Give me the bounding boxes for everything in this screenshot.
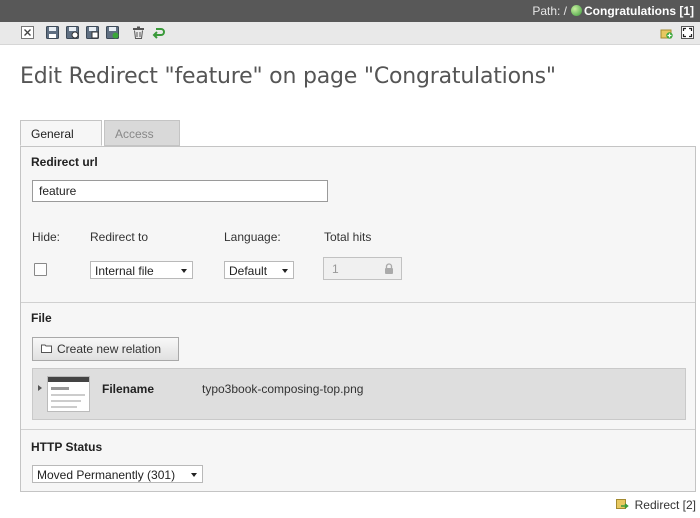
- create-new-relation-button[interactable]: Create new relation: [32, 337, 179, 361]
- file-thumbnail: [47, 376, 90, 412]
- http-status-label: HTTP Status: [31, 440, 103, 454]
- page-title: Edit Redirect "feature" on page "Congrat…: [20, 64, 556, 89]
- hide-checkbox[interactable]: [34, 263, 47, 276]
- lock-icon: [385, 263, 393, 274]
- save-close-icon[interactable]: [106, 26, 119, 39]
- hide-label: Hide:: [32, 230, 61, 244]
- divider: [21, 429, 695, 430]
- filename-value: typo3book-composing-top.png: [202, 382, 364, 396]
- form-panel: Redirect url feature Hide: Redirect to L…: [20, 146, 696, 492]
- redirect-to-value: Internal file: [95, 264, 154, 278]
- tab-general[interactable]: General: [20, 120, 102, 146]
- total-hits-value: 1: [332, 262, 339, 276]
- globe-icon: [571, 5, 582, 16]
- total-hits-field: 1: [323, 257, 402, 280]
- redirect-link-label: Redirect [2]: [634, 498, 696, 512]
- tab-access[interactable]: Access: [104, 120, 180, 146]
- breadcrumb: Path: / Congratulations [1]: [532, 4, 694, 18]
- delete-icon[interactable]: [132, 26, 145, 39]
- chevron-down-icon: [282, 269, 288, 273]
- redirect-icon: [615, 499, 629, 509]
- http-status-value: Moved Permanently (301): [37, 468, 176, 482]
- add-record-icon[interactable]: [660, 26, 673, 39]
- total-hits-label: Total hits: [324, 230, 372, 244]
- undo-icon[interactable]: [152, 26, 165, 39]
- save-icon[interactable]: [46, 26, 59, 39]
- chevron-right-icon[interactable]: [38, 385, 42, 391]
- create-new-relation-label: Create new relation: [57, 342, 162, 356]
- doc-toolbar: [0, 22, 700, 45]
- redirect-url-label: Redirect url: [31, 155, 98, 169]
- redirect-record-link[interactable]: Redirect [2]: [615, 498, 696, 512]
- language-select[interactable]: Default: [224, 261, 294, 279]
- divider: [21, 302, 695, 303]
- path-prefix: Path: /: [532, 4, 567, 18]
- chevron-down-icon: [191, 473, 197, 477]
- close-icon[interactable]: [21, 26, 34, 39]
- file-section-label: File: [31, 311, 52, 325]
- breadcrumb-page[interactable]: Congratulations [1]: [584, 4, 694, 18]
- redirect-to-select[interactable]: Internal file: [90, 261, 193, 279]
- folder-icon: [41, 344, 52, 353]
- chevron-down-icon: [181, 269, 187, 273]
- save-new-icon[interactable]: [86, 26, 99, 39]
- filename-label: Filename: [102, 382, 155, 396]
- language-label: Language:: [224, 230, 281, 244]
- file-relation-row[interactable]: Filename typo3book-composing-top.png: [32, 368, 686, 420]
- top-bar: Path: / Congratulations [1]: [0, 0, 700, 22]
- http-status-select[interactable]: Moved Permanently (301): [32, 465, 203, 483]
- fullscreen-icon[interactable]: [681, 26, 694, 39]
- redirect-url-input[interactable]: feature: [32, 180, 328, 202]
- redirect-to-label: Redirect to: [90, 230, 149, 244]
- save-view-icon[interactable]: [66, 26, 79, 39]
- language-value: Default: [229, 264, 268, 278]
